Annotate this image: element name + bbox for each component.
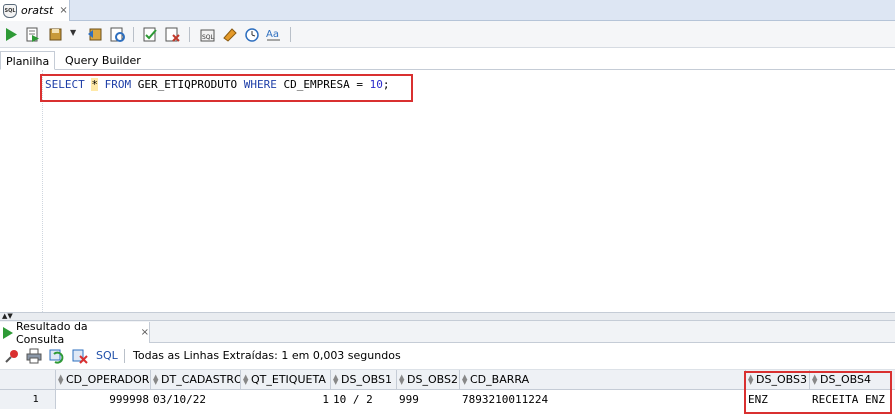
editor-gutter-guide (42, 70, 43, 312)
document-tab-oratst[interactable]: SQL oratst × (0, 0, 70, 21)
sql-terminator: ; (382, 78, 390, 91)
sql-column-name: CD_EMPRESA (283, 78, 350, 91)
result-tab-strip: Resultado da Consulta × (0, 319, 895, 346)
sql-link[interactable]: SQL (96, 349, 118, 362)
cell-cd-barra[interactable]: 7893210011224 (460, 390, 746, 409)
toolbar-separator (290, 27, 291, 42)
column-header-ds-obs2[interactable]: ▲ ▼ DS_OBS2 (397, 370, 460, 390)
autotrace-icon[interactable] (142, 26, 159, 43)
format-icon[interactable]: Aa (265, 26, 282, 43)
rollback-icon[interactable] (87, 26, 104, 43)
sort-arrows-icon[interactable]: ▲ ▼ (58, 374, 64, 386)
history-icon[interactable] (243, 26, 260, 43)
sql-operator: = (356, 78, 363, 91)
tab-planilha[interactable]: Planilha (0, 51, 56, 70)
sql-table-name: GER_ETIQPRODUTO (137, 78, 238, 91)
cancel-fetch-icon[interactable] (72, 348, 88, 364)
refresh-icon[interactable] (49, 348, 65, 364)
clear-icon[interactable]: SQL (199, 26, 216, 43)
fetch-status-text: Todas as Linhas Extraídas: 1 em 0,003 se… (133, 349, 401, 362)
tab-resultado-da-consulta[interactable]: Resultado da Consulta × (0, 319, 150, 346)
sql-keyword-from: FROM (104, 78, 132, 91)
sql-keyword-where: WHERE (243, 78, 277, 91)
cell-qt-etiqueta[interactable]: 1 (241, 390, 331, 409)
column-header-qt-etiqueta[interactable]: ▲ ▼ QT_ETIQUETA (241, 370, 331, 390)
obs-columns-highlight-box (744, 371, 892, 414)
column-header-cd-barra[interactable]: ▲ ▼ CD_BARRA (460, 370, 746, 390)
sort-arrows-icon[interactable]: ▲ ▼ (399, 374, 405, 386)
splitter-arrows-icon[interactable]: ▲▼ (2, 312, 13, 320)
close-tab-icon[interactable]: × (59, 5, 67, 16)
result-tab-label: Resultado da Consulta (16, 319, 88, 346)
worksheet-toolbar: ▼ SQL Aa (0, 21, 895, 48)
sql-statement[interactable]: SELECT * FROM GER_ETIQPRODUTO WHERE CD_E… (45, 78, 389, 91)
column-header-dt-cadastro[interactable]: ▲ ▼ DT_CADASTRO (151, 370, 241, 390)
toolbar-separator (124, 349, 125, 363)
query-result-icon (3, 326, 13, 339)
sql-keyword-select: SELECT (45, 78, 85, 91)
run-statement-icon[interactable] (3, 26, 20, 43)
result-grid: ▲ ▼ CD_OPERADOR ▲ ▼ DT_CADASTRO ▲ ▼ QT_ETIQUET… (0, 370, 895, 419)
document-tab-title: oratst (21, 4, 54, 17)
run-script-icon[interactable] (24, 26, 41, 43)
sql-number-literal: 10 (369, 78, 383, 91)
cell-ds-obs1[interactable]: 10 / 2 (331, 390, 397, 409)
cell-dt-cadastro[interactable]: 03/10/22 (151, 390, 241, 409)
svg-text:SQL: SQL (202, 34, 215, 41)
sort-arrows-icon[interactable]: ▲ ▼ (462, 374, 468, 386)
print-icon[interactable] (26, 348, 42, 364)
sort-arrows-icon[interactable]: ▲ ▼ (333, 374, 339, 386)
editor-sub-tabs: Planilha Query Builder (0, 48, 895, 70)
toolbar-separator (189, 27, 190, 42)
database-sql-icon: SQL (3, 3, 17, 18)
sort-arrows-icon[interactable]: ▲ ▼ (243, 374, 249, 386)
result-toolbar: SQL Todas as Linhas Extraídas: 1 em 0,00… (0, 343, 895, 370)
close-result-tab-icon[interactable]: × (141, 327, 149, 338)
tab-query-builder[interactable]: Query Builder (60, 51, 146, 70)
eraser-icon[interactable] (221, 26, 238, 43)
column-header-cd-operador[interactable]: ▲ ▼ CD_OPERADOR (56, 370, 151, 390)
row-number: 1 (0, 390, 56, 409)
cell-cd-operador[interactable]: 999998 (56, 390, 151, 409)
cell-ds-obs2[interactable]: 999 (397, 390, 460, 409)
svg-text:Aa: Aa (266, 29, 279, 40)
column-header-ds-obs1[interactable]: ▲ ▼ DS_OBS1 (331, 370, 397, 390)
sql-editor[interactable]: SELECT * FROM GER_ETIQPRODUTO WHERE CD_E… (0, 70, 895, 312)
sort-arrows-icon[interactable]: ▲ ▼ (153, 374, 159, 386)
pin-icon[interactable] (4, 348, 20, 364)
sql-tuning-icon[interactable] (164, 26, 181, 43)
explain-plan-icon[interactable] (109, 26, 126, 43)
toolbar-separator (133, 27, 134, 42)
editor-results-splitter[interactable]: ▲▼ (0, 312, 895, 321)
document-tab-strip: SQL oratst × (0, 0, 895, 21)
row-number-header (0, 370, 56, 390)
commit-icon[interactable] (48, 26, 65, 43)
dropdown-arrow-icon[interactable]: ▼ (70, 28, 87, 45)
sql-star: * (91, 78, 98, 91)
